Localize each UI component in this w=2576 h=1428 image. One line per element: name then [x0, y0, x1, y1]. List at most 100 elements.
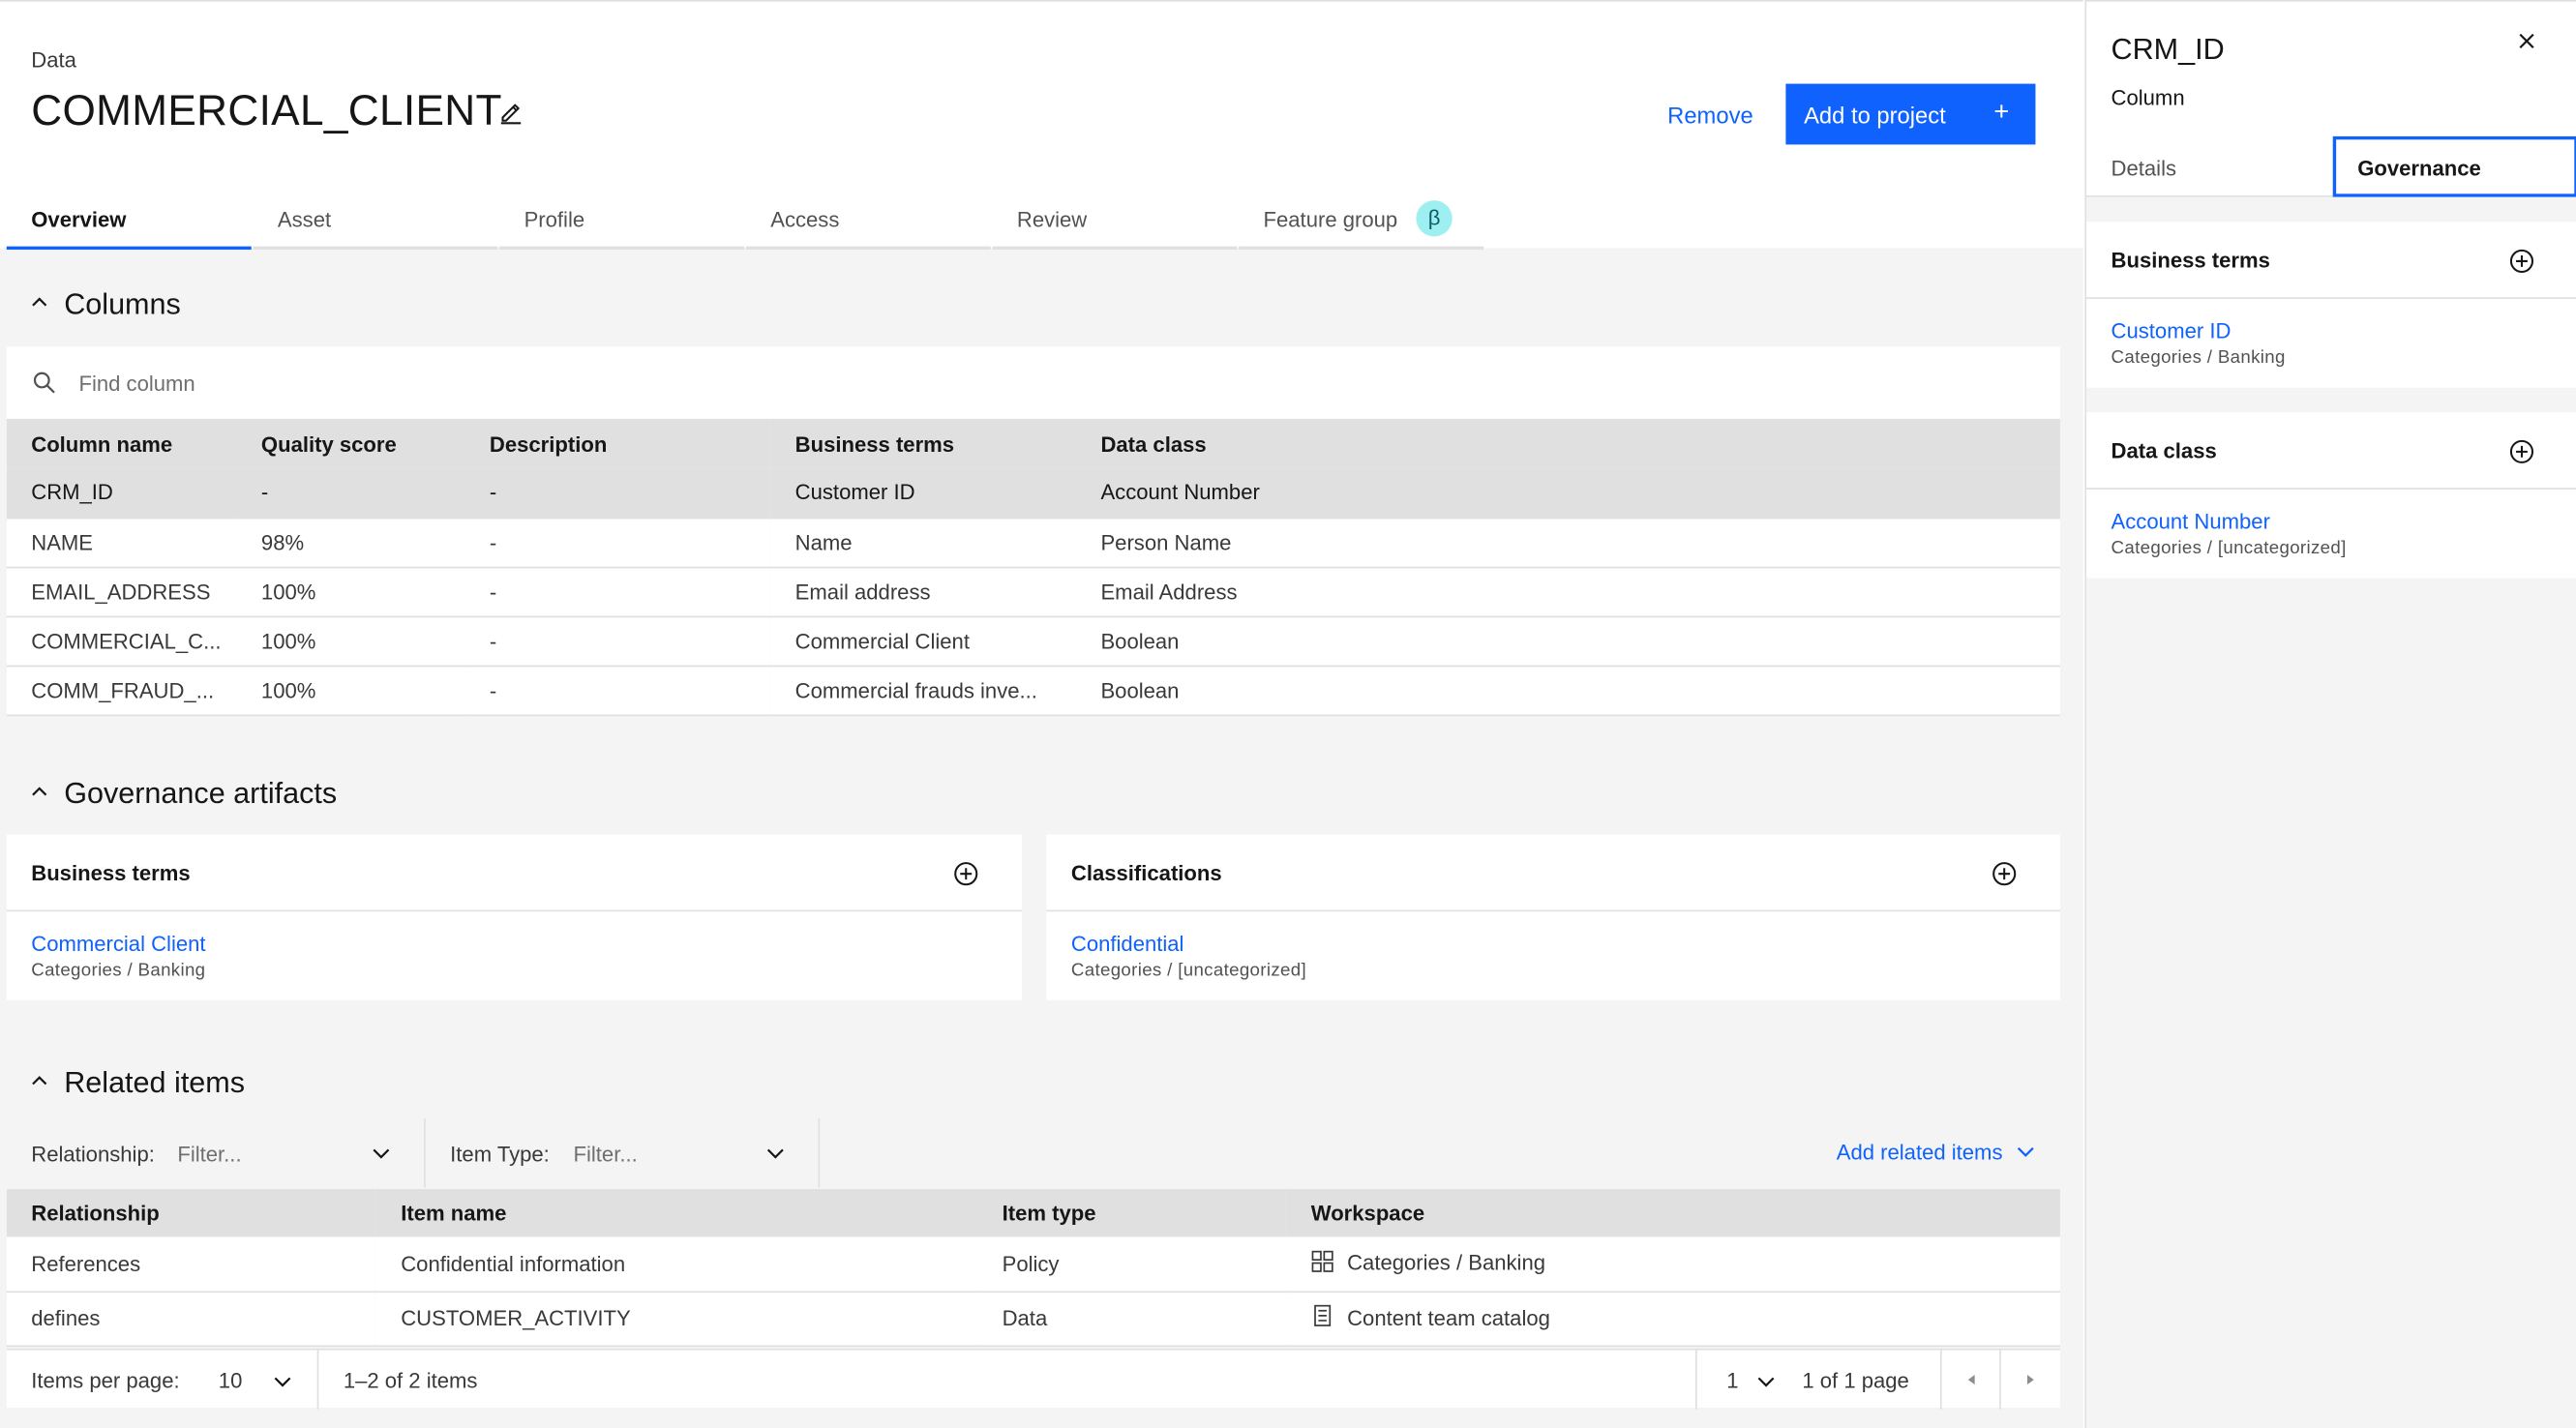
asset-tabs: Overview Asset Profile Access Review Fea…: [6, 189, 1485, 251]
item-range: 1–2 of 2 items: [343, 1368, 478, 1393]
breadcrumb[interactable]: Data: [31, 47, 76, 72]
next-page-button[interactable]: [2001, 1351, 2060, 1410]
column-search: [6, 346, 2060, 421]
col-header[interactable]: Description: [464, 420, 771, 468]
close-icon[interactable]: [2513, 28, 2539, 54]
tab-label: Details: [2111, 156, 2177, 181]
relationship-filter[interactable]: Relationship: Filter...: [7, 1118, 426, 1188]
tab-label: Asset: [277, 206, 332, 232]
table-row[interactable]: EMAIL_ADDRESS 100% - Email address Email…: [6, 566, 2060, 617]
col-header[interactable]: Relationship: [6, 1189, 376, 1237]
cell: -: [464, 467, 771, 519]
page-title: COMMERCIAL_CLIENT: [31, 85, 502, 135]
tab-governance[interactable]: Governance: [2332, 135, 2576, 197]
governance-section-toggle[interactable]: Governance artifacts: [31, 777, 337, 812]
cell: Name: [770, 517, 1076, 568]
related-filter-bar: Relationship: Filter... Item Type: Filte…: [7, 1118, 2060, 1188]
items-per-page-select[interactable]: Items per page: 10: [7, 1350, 319, 1410]
term-category-path: Categories / [uncategorized]: [1070, 961, 1306, 981]
chevron-up-icon: [32, 787, 47, 796]
panel-subtitle: Column: [2111, 85, 2185, 110]
tab-label: Feature group: [1263, 206, 1398, 232]
cell: Boolean: [1075, 615, 2060, 667]
item-type-filter[interactable]: Item Type: Filter...: [426, 1118, 821, 1188]
tab-overview[interactable]: Overview: [6, 189, 252, 251]
related-section-toggle[interactable]: Related items: [31, 1066, 245, 1101]
table-row[interactable]: defines CUSTOMER_ACTIVITY Data Content t…: [6, 1291, 2060, 1347]
card-header: Data class: [2086, 412, 2576, 490]
classification-link[interactable]: Confidential: [1071, 932, 1184, 956]
page-number: 1: [1726, 1368, 1739, 1393]
card-header: Business terms: [2086, 222, 2576, 299]
cell: COMMERCIAL_C...: [6, 615, 237, 667]
col-header[interactable]: Item name: [375, 1189, 978, 1237]
remove-button[interactable]: Remove: [1649, 84, 1764, 147]
related-items-table: Relationship Item name Item type Workspa…: [6, 1189, 2060, 1347]
pencil-icon[interactable]: [497, 99, 524, 125]
cell: -: [464, 566, 771, 617]
table-header-row: Relationship Item name Item type Workspa…: [6, 1189, 2060, 1237]
cell: -: [464, 665, 771, 716]
cell: Email address: [770, 566, 1076, 617]
asset-main-pane: Data COMMERCIAL_CLIENT Remove Add to pro…: [0, 0, 2083, 1428]
tab-access[interactable]: Access: [745, 189, 991, 251]
cell: Customer ID: [770, 467, 1076, 519]
add-related-items-button[interactable]: Add related items: [1836, 1140, 2036, 1165]
cell: defines: [6, 1291, 376, 1347]
chevron-down-icon: [274, 1377, 291, 1387]
cell: References: [6, 1236, 376, 1293]
cell: -: [236, 467, 465, 519]
panel-body: Business terms Customer ID Categories / …: [2086, 196, 2576, 1428]
add-to-project-button[interactable]: Add to project +: [1785, 83, 2036, 145]
business-term-link[interactable]: Customer ID: [2112, 318, 2232, 342]
tab-details[interactable]: Details: [2086, 136, 2331, 197]
tab-profile[interactable]: Profile: [499, 189, 745, 251]
panel-business-terms-card: Business terms Customer ID Categories / …: [2086, 222, 2576, 388]
tab-review[interactable]: Review: [992, 189, 1238, 251]
tab-asset[interactable]: Asset: [253, 189, 498, 251]
col-header[interactable]: Column name: [6, 420, 237, 468]
add-circle-icon[interactable]: [1992, 861, 2018, 887]
col-header[interactable]: Item type: [977, 1189, 1287, 1237]
columns-section-toggle[interactable]: Columns: [31, 287, 181, 322]
card-header: Business terms: [6, 834, 1022, 912]
table-row[interactable]: References Confidential information Poli…: [6, 1236, 2060, 1293]
column-side-panel: CRM_ID Column Details Governance Busines…: [2084, 0, 2576, 1428]
col-header[interactable]: Business terms: [770, 420, 1076, 468]
chevron-up-icon: [32, 297, 47, 307]
add-circle-icon[interactable]: [953, 861, 979, 887]
cell: NAME: [6, 517, 237, 568]
col-header[interactable]: Data class: [1075, 420, 2060, 468]
filter-label: Item Type:: [450, 1141, 550, 1167]
table-row[interactable]: COMM_FRAUD_... 100% - Commercial frauds …: [6, 665, 2060, 716]
cell[interactable]: CUSTOMER_ACTIVITY: [375, 1291, 978, 1347]
table-row[interactable]: CRM_ID - - Customer ID Account Number: [6, 467, 2060, 519]
cell: Categories / Banking: [1286, 1236, 2060, 1293]
term-category-path: Categories / Banking: [31, 961, 206, 981]
add-circle-icon[interactable]: [2508, 248, 2534, 274]
business-terms-card: Business terms Commercial Client Categor…: [6, 834, 1022, 1000]
cell: CRM_ID: [6, 467, 237, 519]
data-class-link[interactable]: Account Number: [2112, 509, 2270, 533]
prev-page-button[interactable]: [1942, 1350, 2001, 1410]
col-header[interactable]: Quality score: [236, 420, 465, 468]
category-grid-icon: [1311, 1250, 1333, 1272]
tab-label: Profile: [524, 206, 585, 232]
section-title: Columns: [64, 287, 181, 321]
beta-badge: β: [1416, 200, 1453, 237]
add-circle-icon[interactable]: [2508, 438, 2534, 464]
workspace-label: Categories / Banking: [1347, 1250, 1546, 1276]
table-row[interactable]: NAME 98% - Name Person Name: [6, 517, 2060, 568]
page-select[interactable]: 1 1 of 1 page: [1695, 1350, 1942, 1410]
business-term-link[interactable]: Commercial Client: [31, 932, 205, 956]
tab-feature-group[interactable]: Feature group β: [1239, 189, 1484, 251]
col-header[interactable]: Workspace: [1286, 1189, 2060, 1237]
cell[interactable]: Confidential information: [375, 1236, 978, 1293]
add-related-label: Add related items: [1836, 1140, 2003, 1165]
table-header-row: Column name Quality score Description Bu…: [6, 420, 2060, 468]
search-input[interactable]: [78, 363, 901, 402]
card-header: Classifications: [1046, 834, 2060, 912]
columns-table: Column name Quality score Description Bu…: [6, 420, 2060, 716]
table-row[interactable]: COMMERCIAL_C... 100% - Commercial Client…: [6, 615, 2060, 667]
cell: 100%: [236, 615, 465, 667]
